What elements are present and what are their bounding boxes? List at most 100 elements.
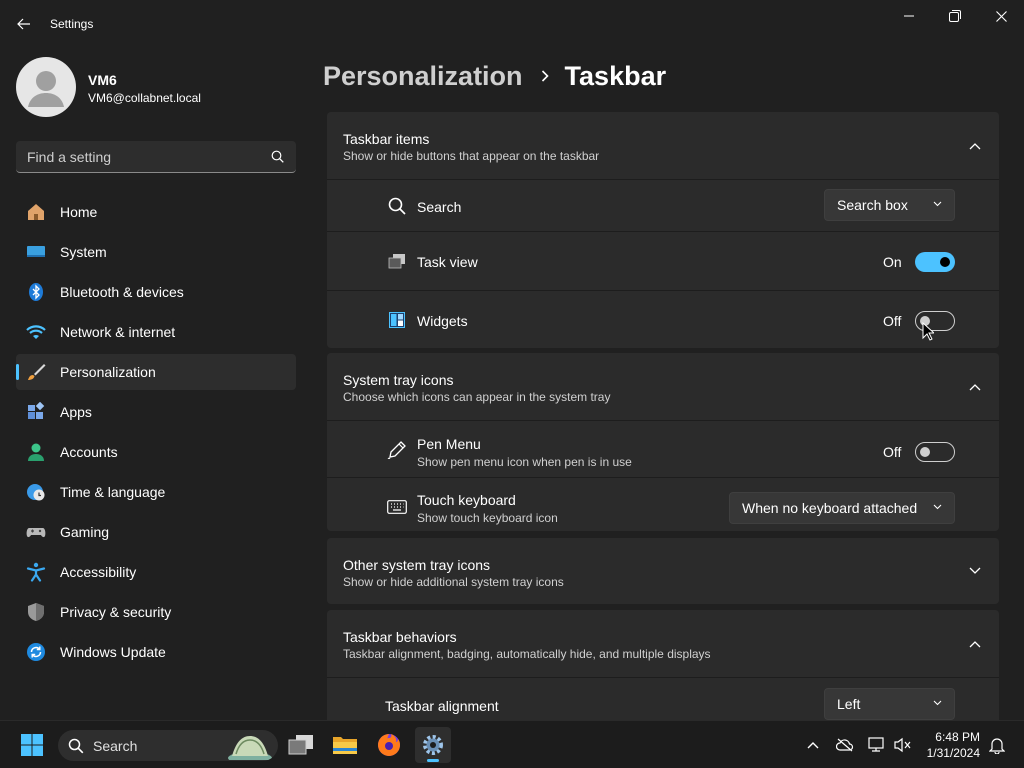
- other-tray-card[interactable]: Other system tray icons Show or hide add…: [327, 538, 999, 604]
- apps-icon: [28, 402, 45, 419]
- pen-icon: [387, 440, 407, 460]
- volume-muted-icon: [894, 737, 911, 753]
- setting-label: Task view: [417, 254, 478, 270]
- clock-time: 6:48 PM: [935, 730, 980, 744]
- sidebar-item-apps[interactable]: Apps: [16, 394, 296, 430]
- chevron-right-icon: [541, 70, 549, 82]
- sidebar-item-label: Bluetooth & devices: [60, 284, 184, 300]
- taskbar-alignment-dropdown[interactable]: Left: [824, 688, 955, 720]
- sidebar-item-bluetooth[interactable]: Bluetooth & devices: [16, 274, 296, 310]
- setting-label: Search: [417, 199, 462, 215]
- setting-label: Widgets: [417, 313, 468, 329]
- section-title: System tray icons: [343, 372, 454, 388]
- section-title: Other system tray icons: [343, 557, 491, 573]
- chevron-up-icon[interactable]: [965, 377, 985, 397]
- search-icon[interactable]: [271, 150, 284, 163]
- taskbar-behaviors-header[interactable]: Taskbar behaviors Taskbar alignment, bad…: [327, 610, 999, 677]
- chevron-up-icon: [807, 742, 819, 749]
- tray-network[interactable]: [867, 735, 887, 755]
- back-arrow-icon: [17, 18, 30, 30]
- touch-keyboard-dropdown[interactable]: When no keyboard attached: [729, 492, 955, 524]
- network-wired-icon: [868, 737, 884, 752]
- setting-row-search: Search Search box: [327, 179, 999, 231]
- folder-icon: [333, 737, 357, 754]
- sidebar-item-time-language[interactable]: Time & language: [16, 474, 296, 510]
- restore-button[interactable]: [932, 0, 978, 32]
- show-hidden-icons-button[interactable]: [803, 735, 823, 755]
- search-input[interactable]: [16, 141, 266, 172]
- avatar[interactable]: [16, 57, 76, 117]
- sidebar-item-network[interactable]: Network & internet: [16, 314, 296, 350]
- search-highlight-image: [228, 736, 272, 760]
- user-email: VM6@collabnet.local: [88, 91, 201, 105]
- clock-date: 1/31/2024: [926, 746, 980, 760]
- page-title: Taskbar: [564, 60, 667, 91]
- sidebar-item-system[interactable]: System: [16, 234, 296, 270]
- back-button[interactable]: [12, 12, 36, 36]
- dropdown-value: Search box: [837, 197, 908, 213]
- sidebar-item-label: Gaming: [60, 524, 110, 540]
- chevron-down-icon[interactable]: [965, 561, 985, 581]
- taskbar-search[interactable]: Search: [58, 730, 278, 761]
- start-button[interactable]: [20, 733, 44, 757]
- minimize-button[interactable]: [886, 0, 932, 32]
- sidebar-item-gaming[interactable]: Gaming: [16, 514, 296, 550]
- setting-row-widgets: Widgets Off: [327, 290, 999, 348]
- close-icon: [995, 10, 1007, 22]
- taskbar-task-view[interactable]: [283, 727, 319, 763]
- gear-icon: [423, 735, 443, 755]
- chevron-down-icon: [933, 504, 942, 510]
- taskbar-settings[interactable]: [415, 727, 451, 763]
- system-tray-header[interactable]: System tray icons Choose which icons can…: [327, 353, 999, 420]
- taskbar-file-explorer[interactable]: [327, 727, 363, 763]
- chevron-up-icon[interactable]: [965, 136, 985, 156]
- pen-menu-toggle[interactable]: [915, 442, 955, 462]
- taskbar-clock[interactable]: 6:48 PM 1/31/2024: [927, 729, 980, 761]
- title-bar: Settings: [0, 0, 1024, 48]
- setting-description: Show touch keyboard icon: [417, 511, 558, 525]
- sidebar-item-label: Apps: [60, 404, 92, 420]
- setting-row-task-view: Task view On: [327, 231, 999, 290]
- search-mode-dropdown[interactable]: Search box: [824, 189, 955, 221]
- sidebar-item-label: Accessibility: [60, 564, 137, 580]
- taskbar-firefox[interactable]: [371, 727, 407, 763]
- sidebar-item-windows-update[interactable]: Windows Update: [16, 634, 296, 670]
- search-icon: [387, 196, 407, 216]
- notifications-button[interactable]: [987, 735, 1007, 755]
- minimize-icon: [904, 15, 914, 17]
- close-button[interactable]: [978, 0, 1024, 32]
- section-title: Taskbar items: [343, 131, 430, 147]
- setting-label: Pen Menu: [417, 436, 481, 452]
- chevron-down-icon: [933, 201, 942, 207]
- taskbar-items-header[interactable]: Taskbar items Show or hide buttons that …: [327, 112, 999, 179]
- sidebar-item-personalization[interactable]: Personalization: [16, 354, 296, 390]
- section-title: Taskbar behaviors: [343, 629, 457, 645]
- mouse-cursor-icon: [922, 322, 934, 341]
- sidebar-item-accounts[interactable]: Accounts: [16, 434, 296, 470]
- task-view-toggle[interactable]: [915, 252, 955, 272]
- toggle-state-text: Off: [883, 313, 902, 329]
- sidebar-item-label: Time & language: [60, 484, 166, 500]
- sidebar-item-home[interactable]: Home: [16, 194, 296, 230]
- brush-icon: [28, 364, 46, 380]
- bluetooth-icon: [29, 283, 43, 301]
- breadcrumb-parent[interactable]: Personalization: [323, 61, 523, 92]
- sidebar-item-label: Personalization: [60, 364, 156, 380]
- app-title: Settings: [50, 17, 94, 31]
- search-icon: [68, 738, 84, 754]
- chevron-up-icon[interactable]: [965, 634, 985, 654]
- firefox-icon: [378, 734, 400, 756]
- tray-onedrive[interactable]: [835, 735, 855, 755]
- sidebar-item-privacy-security[interactable]: Privacy & security: [16, 594, 296, 630]
- gamepad-icon: [26, 528, 46, 538]
- sidebar-item-accessibility[interactable]: Accessibility: [16, 554, 296, 590]
- sidebar-item-label: Privacy & security: [60, 604, 172, 620]
- widgets-toggle[interactable]: [915, 311, 955, 331]
- taskbar-behaviors-card: Taskbar behaviors Taskbar alignment, bad…: [327, 610, 999, 720]
- tray-volume[interactable]: [893, 735, 913, 755]
- accessibility-icon: [26, 562, 46, 582]
- sidebar-item-label: Home: [60, 204, 98, 220]
- sidebar-item-label: Accounts: [60, 444, 118, 460]
- settings-search[interactable]: [16, 141, 296, 173]
- restore-icon: [949, 10, 961, 22]
